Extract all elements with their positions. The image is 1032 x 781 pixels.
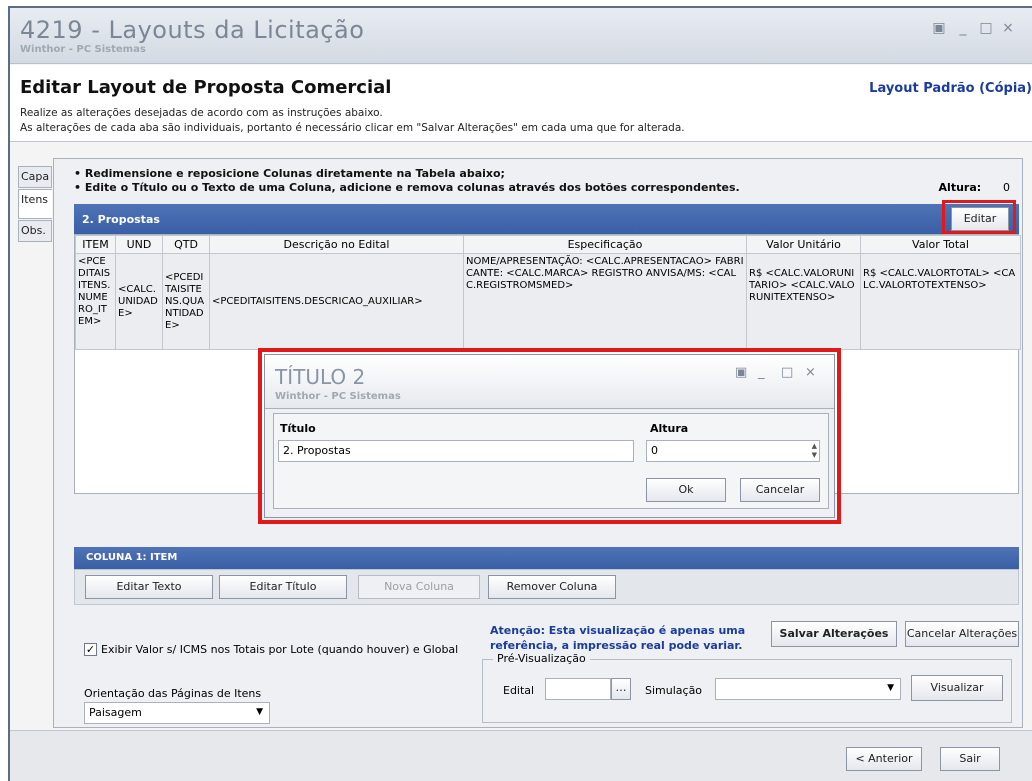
column-header[interactable]: QTD [162,235,210,254]
warning-line-2: referência, a impressão real pode variar… [490,639,743,652]
instruction-text-2: As alterações de cada aba são individuai… [20,122,685,134]
title-dialog: TÍTULO 2 Winthor - PC Sistemas ▣ _ □ × T… [264,354,835,518]
simulacao-label: Simulação [645,684,703,697]
instruction-text-1: Realize as alterações desejadas de acord… [20,107,383,119]
preview-warning: Atenção: Esta visualização é apenas uma … [490,623,745,653]
exit-button[interactable]: Sair [940,747,1000,771]
table-row: <PCEDITAISITENS.NUMERO_ITEM> <CALC.UNIDA… [75,253,1021,350]
page-title: Editar Layout de Proposta Comercial [20,77,392,98]
restore-icon[interactable]: ▣ [735,365,747,380]
cancel-changes-button[interactable]: Cancelar Alterações [905,621,1019,647]
tab-itens[interactable]: Itens [18,189,52,219]
table-cell[interactable]: R$ <CALC.VALORUNITARIO> <CALC.VALORUNITE… [746,253,861,350]
column-header[interactable]: Descrição no Edital [209,235,464,254]
edit-text-button[interactable]: Editar Texto [85,575,213,599]
edit-column-title-button[interactable]: Editar Título [219,575,347,599]
simulacao-select[interactable]: ▼ [715,678,901,700]
altura-label: Altura [650,422,689,435]
altura-input-value: 0 [651,444,658,457]
dialog-title: TÍTULO 2 [275,365,366,389]
close-icon[interactable]: × [1000,20,1016,36]
section-title: 2. Propostas [82,213,160,226]
page-header: Editar Layout de Proposta Comercial Layo… [10,65,1032,142]
column-actions: Editar Texto Editar Título Nova Coluna R… [74,569,1019,605]
window-subtitle: Winthor - PC Sistemas [20,44,146,55]
side-tabs: Capa Itens Obs. [18,166,52,243]
altura-label: Altura: [938,181,982,194]
column-header[interactable]: UND [115,235,163,254]
chevron-down-icon: ▼ [256,707,263,717]
ok-button[interactable]: Ok [646,478,726,502]
tab-obs[interactable]: Obs. [18,220,52,242]
tab-capa[interactable]: Capa [18,166,52,188]
chevron-down-icon: ▼ [887,683,894,693]
dialog-title-bar: TÍTULO 2 Winthor - PC Sistemas ▣ _ □ × [265,355,834,409]
column-header[interactable]: ITEM [75,235,116,254]
new-column-button[interactable]: Nova Coluna [358,575,480,599]
previous-button[interactable]: < Anterior [846,747,922,771]
icms-checkbox-label[interactable]: Exibir Valor s/ ICMS nos Totais por Lote… [101,643,458,656]
column-info-bar: COLUNA 1: ITEM [74,547,1019,569]
maximize-icon[interactable]: □ [781,365,793,380]
column-header[interactable]: Especificação [463,235,747,254]
titulo-label: Título [280,422,316,435]
title-bar: 4219 - Layouts da Licitação Winthor - PC… [10,8,1032,64]
altura-input[interactable]: 0 ▲ ▼ [646,440,820,462]
minimize-icon[interactable]: _ [955,20,971,36]
warning-line-1: Atenção: Esta visualização é apenas uma [490,624,746,637]
titulo-input[interactable]: 2. Propostas [278,440,634,462]
close-icon[interactable]: × [805,365,816,380]
visualize-button[interactable]: Visualizar [911,675,1003,701]
table-cell[interactable]: NOME/APRESENTAÇÃO: <CALC.APRESENTACAO> F… [463,253,747,350]
selected-column-label: COLUNA 1: ITEM [86,552,178,563]
edital-label: Edital [503,684,535,697]
minimize-icon[interactable]: _ [758,365,765,380]
maximize-icon[interactable]: □ [978,20,994,36]
table-cell[interactable]: <PCEDITAISITENS.QUANTIDADE> [162,253,210,350]
browse-edital-button[interactable]: … [611,678,631,700]
table-header-row: ITEM UND QTD Descrição no Edital Especif… [75,235,1021,254]
remove-column-button[interactable]: Remover Coluna [488,575,616,599]
column-header[interactable]: Valor Total [860,235,1021,254]
dialog-body: Título 2. Propostas Altura 0 ▲ ▼ Ok Cance… [273,413,829,509]
instruction-line-2: • Edite o Título ou o Texto de uma Colun… [74,181,740,194]
instruction-line-1: • Redimensione e reposicione Colunas dir… [74,167,505,180]
edit-button-highlight [942,200,1016,234]
instructions: • Redimensione e reposicione Colunas dir… [74,167,740,195]
altura-display: Altura: 0 [939,181,1010,194]
dialog-subtitle: Winthor - PC Sistemas [275,391,401,402]
footer-bar: < Anterior Sair [10,730,1032,781]
save-changes-button[interactable]: Salvar Alterações [771,621,897,647]
table-cell[interactable]: <PCEDITAISITENS.DESCRICAO_AUXILIAR> [209,253,464,350]
table-cell[interactable]: R$ <CALC.VALORTOTAL> <CALC.VALORTOTEXTEN… [860,253,1021,350]
orientation-select[interactable]: Paisagem ▼ [84,702,270,724]
altura-value: 0 [1003,181,1010,194]
restore-icon[interactable]: ▣ [931,20,947,36]
table-cell[interactable]: <CALC.UNIDADE> [115,253,163,350]
cancel-button[interactable]: Cancelar [740,478,820,502]
preview-group: Pré-Visualização Edital … Simulação ▼ Vi… [482,652,1012,723]
table-cell[interactable]: <PCEDITAISITENS.NUMERO_ITEM> [75,253,116,350]
icms-checkbox[interactable]: ✓ [84,643,97,656]
section-header: 2. Propostas Editar [74,200,1019,234]
edital-input[interactable] [545,678,611,700]
column-header[interactable]: Valor Unitário [746,235,861,254]
orientation-label: Orientação das Páginas de Itens [84,687,262,700]
preview-legend: Pré-Visualização [493,652,590,665]
layout-name-link[interactable]: Layout Padrão (Cópia) [869,81,1032,96]
spinner-icon[interactable]: ▲ ▼ [812,442,817,460]
orientation-value: Paisagem [89,706,142,719]
window-title: 4219 - Layouts da Licitação [20,16,365,44]
